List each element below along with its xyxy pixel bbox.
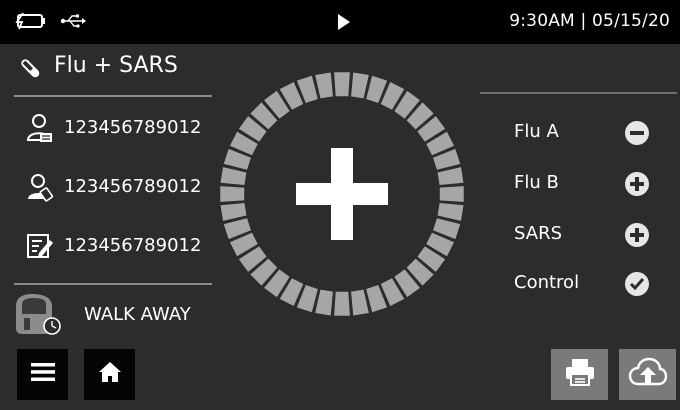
ring-segment — [220, 186, 245, 202]
ring-segment — [334, 291, 350, 316]
operator-id-value: 123456789012 — [64, 176, 202, 197]
sample-id-value: 123456789012 — [64, 235, 202, 256]
usb-icon — [60, 14, 86, 33]
patient-id-value: 123456789012 — [64, 117, 202, 138]
home-button[interactable] — [84, 349, 135, 400]
analyte-name: Flu A — [514, 121, 559, 142]
analyte-name: Flu B — [514, 172, 559, 193]
ring-segment — [351, 289, 369, 316]
divider-right-top — [480, 92, 677, 94]
sample-id-row: 123456789012 — [26, 231, 226, 263]
divider-left-bottom — [14, 283, 212, 285]
menu-icon — [30, 362, 55, 387]
upload-button[interactable] — [619, 349, 676, 400]
play-icon — [337, 13, 351, 36]
test-name: Flu + SARS — [54, 53, 178, 78]
print-button[interactable] — [551, 349, 608, 400]
plus-circle-icon — [624, 222, 650, 253]
ring-segment — [439, 186, 464, 202]
test-tube-icon — [18, 56, 44, 87]
battery-charging-icon — [14, 12, 48, 35]
ring-segment — [437, 167, 464, 185]
home-icon — [98, 361, 122, 388]
ring-segment — [334, 72, 350, 97]
sample-id-icon — [26, 231, 54, 266]
plus-circle-icon — [624, 171, 650, 202]
walk-away-mode: WALK AWAY — [10, 292, 210, 336]
ring-segment — [220, 203, 247, 221]
check-circle-icon — [624, 271, 650, 302]
ring-segment — [315, 72, 333, 99]
ring-segment — [220, 167, 247, 185]
analyte-name: SARS — [514, 223, 563, 244]
datetime-label: 9:30AM | 05/15/20 — [509, 11, 670, 31]
ring-segment — [351, 72, 369, 99]
walk-away-label: WALK AWAY — [84, 304, 191, 325]
positive-plus-symbol — [296, 148, 388, 240]
cloud-upload-icon — [628, 357, 668, 392]
operator-id-row: 123456789012 — [26, 172, 226, 204]
analyte-name: Control — [514, 272, 580, 293]
analyte-row-flu-a: Flu A — [514, 117, 664, 147]
divider-left-top — [14, 95, 212, 97]
patient-id-icon — [26, 113, 54, 148]
printer-icon — [565, 358, 595, 391]
menu-button[interactable] — [17, 349, 68, 400]
patient-id-row: 123456789012 — [26, 113, 226, 145]
ring-segment — [437, 203, 464, 221]
walk-away-icon — [10, 292, 64, 341]
analyte-row-control: Control — [514, 268, 664, 298]
status-bar: 9:30AM | 05/15/20 — [0, 0, 680, 44]
analyte-row-sars: SARS — [514, 219, 664, 249]
minus-circle-icon — [624, 120, 650, 151]
overall-result-indicator — [218, 70, 466, 318]
ring-segment — [315, 289, 333, 316]
operator-id-icon — [26, 172, 54, 207]
analyte-row-flu-b: Flu B — [514, 168, 664, 198]
